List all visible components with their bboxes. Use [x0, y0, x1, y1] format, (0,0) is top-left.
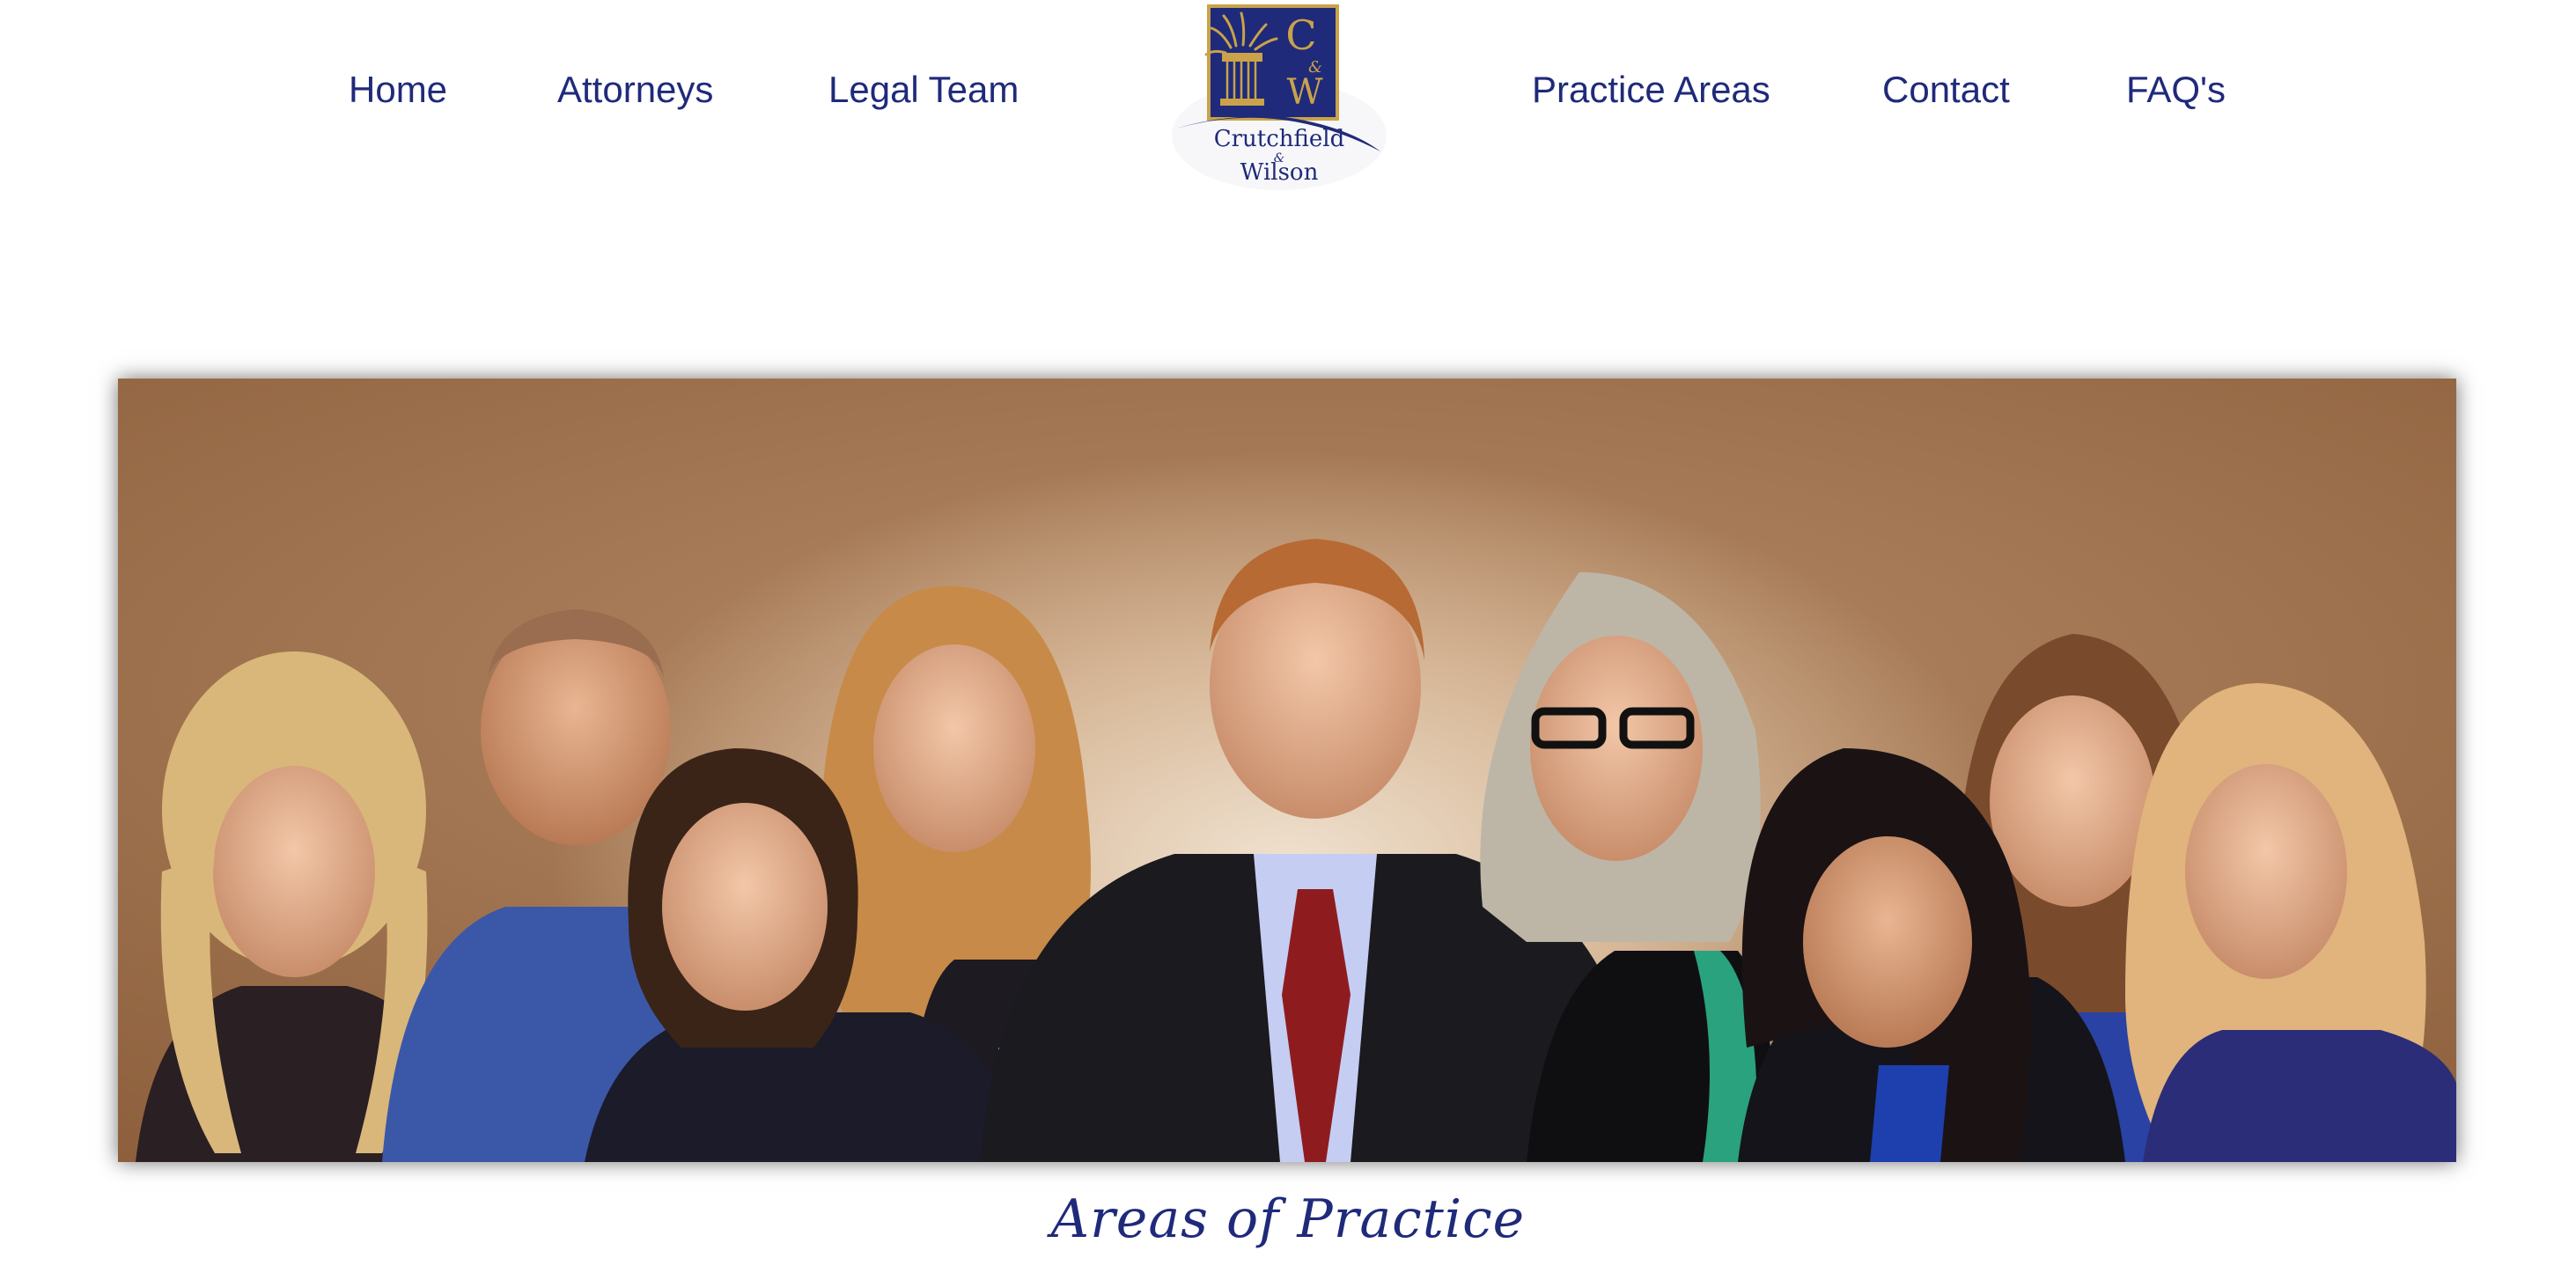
- section-title: Areas of Practice: [1050, 1188, 1526, 1250]
- logo-name-line1: Crutchfield: [1214, 126, 1345, 152]
- nav-link-faqs[interactable]: FAQ's: [2126, 62, 2226, 118]
- nav-link-contact[interactable]: Contact: [1882, 62, 2010, 118]
- team-group-photo: [136, 539, 2456, 1162]
- nav-link-home[interactable]: Home: [349, 62, 447, 118]
- site-logo[interactable]: C & W Crutchfield & Wilson: [1169, 4, 1389, 194]
- logo-graphic: C & W Crutchfield & Wilson: [1172, 4, 1387, 190]
- logo-monogram-w: W: [1286, 72, 1322, 113]
- nav-link-attorneys[interactable]: Attorneys: [557, 62, 713, 118]
- page: Home Attorneys Legal Team C & W Crutchfi…: [0, 0, 2576, 1280]
- hero-team-photo: [118, 379, 2456, 1162]
- person-9: [2125, 683, 2456, 1162]
- logo-name-line2: Wilson: [1240, 159, 1319, 186]
- logo-monogram-c: C: [1285, 11, 1316, 59]
- nav-link-legal-team[interactable]: Legal Team: [828, 62, 1019, 118]
- nav-link-practice-areas[interactable]: Practice Areas: [1532, 62, 1770, 118]
